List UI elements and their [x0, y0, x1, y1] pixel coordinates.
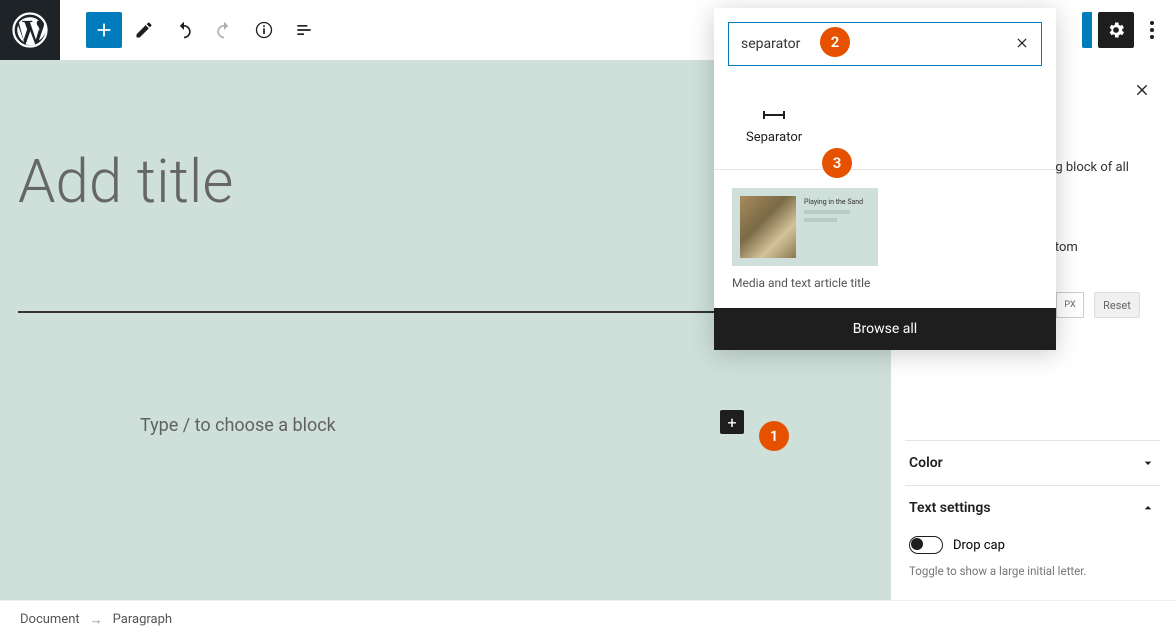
breadcrumb-document[interactable]: Document — [20, 612, 80, 627]
dropcap-hint: Toggle to show a large initial letter. — [905, 564, 1160, 578]
add-block-button[interactable] — [86, 12, 122, 48]
browse-all-button[interactable]: Browse all — [714, 308, 1056, 350]
text-settings-panel-toggle[interactable]: Text settings — [905, 485, 1160, 530]
chevron-up-icon — [1140, 500, 1156, 516]
pattern-results: Playing in the Sand Media and text artic… — [714, 169, 1056, 308]
reset-button[interactable]: Reset — [1094, 292, 1140, 318]
undo-icon — [174, 20, 194, 40]
pattern-label: Media and text article title — [732, 276, 1038, 290]
plus-icon — [93, 19, 115, 41]
annotation-badge: 3 — [822, 148, 852, 178]
clear-search-button[interactable] — [1015, 34, 1029, 55]
pencil-icon — [134, 20, 154, 40]
undo-button[interactable] — [166, 12, 202, 48]
outline-button[interactable] — [286, 12, 322, 48]
sidebar-text-fragment: ing block of all — [1045, 160, 1129, 175]
tools-button[interactable] — [126, 12, 162, 48]
list-icon — [294, 20, 314, 40]
search-results: Separator — [714, 80, 1056, 169]
gear-icon — [1106, 20, 1126, 40]
redo-button[interactable] — [206, 12, 242, 48]
panel-title: Text settings — [909, 500, 991, 516]
breadcrumb-separator: → — [90, 612, 103, 628]
wordpress-icon — [12, 12, 48, 48]
top-right-tools — [1082, 12, 1164, 48]
block-result-separator[interactable]: Separator — [732, 104, 816, 151]
close-icon — [1015, 36, 1029, 50]
inline-add-block-button[interactable]: + — [720, 410, 744, 434]
panel-title: Color — [909, 455, 943, 471]
info-icon — [254, 20, 274, 40]
wordpress-logo[interactable] — [0, 0, 60, 60]
close-sidebar-button[interactable] — [1134, 82, 1150, 103]
redo-icon — [214, 20, 234, 40]
settings-button[interactable] — [1098, 12, 1134, 48]
pattern-thumb-image — [740, 196, 796, 258]
kebab-icon — [1150, 21, 1154, 39]
publish-button-edge[interactable] — [1082, 12, 1092, 48]
more-options-button[interactable] — [1140, 12, 1164, 48]
pattern-thumb-title: Playing in the Sand — [804, 198, 870, 206]
breadcrumb-footer: Document → Paragraph — [0, 600, 1176, 638]
info-button[interactable] — [246, 12, 282, 48]
unit-selector[interactable]: PX — [1056, 292, 1084, 318]
annotation-badge: 1 — [759, 421, 789, 451]
dropcap-label: Drop cap — [953, 538, 1005, 553]
block-inserter-popover: Separator Playing in the Sand Media and … — [714, 8, 1056, 350]
block-search-input[interactable] — [741, 36, 1015, 52]
separator-icon — [762, 110, 786, 120]
dropcap-toggle[interactable] — [909, 536, 943, 554]
block-search-field[interactable] — [728, 22, 1042, 66]
pattern-thumbnail[interactable]: Playing in the Sand — [732, 188, 878, 266]
breadcrumb-paragraph[interactable]: Paragraph — [113, 612, 172, 627]
post-title-input[interactable]: Add title — [18, 146, 233, 217]
block-result-label: Separator — [746, 130, 802, 145]
close-icon — [1134, 82, 1150, 98]
paragraph-placeholder[interactable]: Type / to choose a block — [140, 415, 336, 436]
annotation-badge: 2 — [820, 27, 850, 57]
color-panel-toggle[interactable]: Color — [905, 440, 1160, 485]
chevron-down-icon — [1140, 455, 1156, 471]
